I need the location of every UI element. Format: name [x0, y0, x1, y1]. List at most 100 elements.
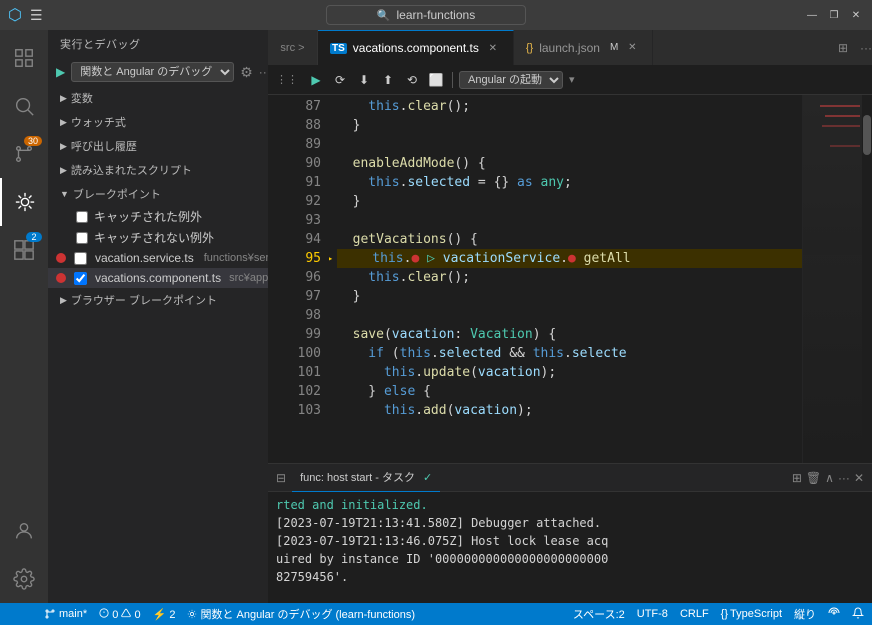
run-debug-button[interactable]: ▶	[56, 65, 65, 79]
language-label[interactable]: {} TypeScript	[721, 608, 782, 620]
activity-account[interactable]	[0, 507, 48, 555]
encoding-label[interactable]: UTF-8	[637, 608, 668, 620]
restore-button[interactable]: ❐	[826, 7, 842, 23]
remote-icon[interactable]	[8, 603, 32, 625]
activity-extensions[interactable]: 2	[0, 226, 48, 274]
scripts-arrow-icon: ▶	[60, 165, 67, 176]
hamburger-icon[interactable]: ☰	[30, 7, 43, 24]
close-button[interactable]: ✕	[848, 7, 864, 23]
activity-settings[interactable]	[0, 555, 48, 603]
spaces-label[interactable]: スペース:2	[573, 606, 625, 622]
notifications-icon[interactable]	[852, 607, 864, 622]
warning-icon	[121, 608, 131, 618]
ts-icon: TS	[330, 43, 347, 54]
terminal-more-icon[interactable]: ···	[838, 471, 850, 485]
vscode-logo-icon: ⬡	[8, 5, 22, 25]
breakpoints-section[interactable]: ▼ ブレークポイント	[48, 182, 268, 206]
step-over-button[interactable]: ⬇	[354, 70, 374, 90]
watch-arrow-icon: ▶	[60, 117, 67, 128]
term-line-2: [2023-07-19T21:13:41.580Z] Debugger atta…	[276, 514, 864, 532]
more-options-icon[interactable]: ···	[259, 65, 268, 79]
bp-path-1: functions¥services	[204, 252, 268, 264]
tab-close-2[interactable]: ✕	[624, 40, 640, 56]
uncaught-exceptions-checkbox[interactable]	[76, 232, 88, 244]
split-terminal-icon[interactable]: ⊞	[792, 471, 802, 485]
breakpoints-label: ブレークポイント	[73, 186, 161, 202]
minimize-button[interactable]: —	[804, 7, 820, 23]
warnings-badge[interactable]: ⚡ 2	[153, 608, 176, 621]
activity-scm[interactable]: 30	[0, 130, 48, 178]
terminal-close-icon[interactable]: ✕	[854, 471, 864, 485]
ln-95: 95	[284, 249, 321, 268]
breakpoint-file-2[interactable]: vacations.component.ts src¥app¥vacations…	[48, 268, 268, 288]
line-ending-label[interactable]: CRLF	[680, 608, 709, 620]
branch-label[interactable]: main*	[44, 608, 87, 620]
status-bar: main* 0 0 ⚡ 2 関数と Angular のデバッグ (learn-f…	[0, 603, 872, 625]
caught-exceptions-item[interactable]: キャッチされた例外	[48, 206, 268, 227]
terminal-icon: ⊟	[276, 471, 286, 485]
watch-section[interactable]: ▶ ウォッチ式	[48, 110, 268, 134]
variables-label: 変数	[71, 90, 93, 106]
bp-file-2-checkbox[interactable]	[74, 272, 87, 285]
breakpoint-file-1[interactable]: vacation.service.ts functions¥services 6…	[48, 248, 268, 268]
tab-vacations-component[interactable]: TS vacations.component.ts ✕	[318, 30, 514, 65]
terminal-trash-icon[interactable]: 🗑	[806, 471, 821, 485]
terminal-expand-icon[interactable]: ∧	[825, 471, 834, 485]
caught-exceptions-label: キャッチされた例外	[94, 208, 202, 225]
step-into-button[interactable]: ⬆	[378, 70, 398, 90]
activity-search[interactable]	[0, 82, 48, 130]
vertical-scrollbar[interactable]	[862, 95, 872, 463]
minimap-content	[803, 95, 862, 463]
tab-close-1[interactable]: ✕	[485, 40, 501, 56]
ln-98: 98	[284, 306, 321, 325]
variables-section[interactable]: ▶ 変数	[48, 86, 268, 110]
code-line-98	[337, 306, 802, 325]
minimap-line-red-4	[830, 145, 860, 147]
search-box[interactable]: 🔍 learn-functions	[326, 5, 526, 25]
ln-90: 90	[284, 154, 321, 173]
breakpoints-arrow-icon: ▼	[60, 189, 69, 199]
activity-explorer[interactable]	[0, 34, 48, 82]
more-tabs-button[interactable]: ···	[860, 41, 872, 55]
restart-button[interactable]: ⟳	[330, 70, 350, 90]
code-line-94: getVacations() {	[337, 230, 802, 249]
debug-config-select[interactable]: 関数と Angular のデバッグ	[71, 62, 234, 82]
callstack-section[interactable]: ▶ 呼び出し履歴	[48, 134, 268, 158]
breadcrumb-src: src >	[268, 30, 318, 65]
bp-file-1-checkbox[interactable]	[74, 252, 87, 265]
activity-debug[interactable]	[0, 178, 48, 226]
code-line-95: this.● ▷ vacationService.● getAll	[337, 249, 802, 268]
code-line-99: save(vacation: Vacation) {	[337, 325, 802, 344]
terminal-content: rted and initialized. [2023-07-19T21:13:…	[268, 492, 872, 603]
code-line-102: } else {	[337, 382, 802, 401]
tab-launch-json[interactable]: {} launch.json M ✕	[514, 30, 653, 65]
dropdown-arrow-icon: ▾	[569, 73, 575, 86]
editor-left: 87 88 89 90 91 92 93 94 95 96 97 98	[268, 95, 802, 463]
code-editor-inner: 87 88 89 90 91 92 93 94 95 96 97 98	[268, 95, 802, 463]
code-line-103: this.add(vacation);	[337, 401, 802, 420]
continue-button[interactable]: ▶	[306, 70, 326, 90]
tab-modified-2: M	[610, 42, 618, 53]
remote-status-icon[interactable]	[828, 607, 840, 622]
ln-103: 103	[284, 401, 321, 420]
stop-button[interactable]: ⬜	[426, 70, 446, 90]
terminal-tab-func[interactable]: func: host start - タスク ✓	[292, 464, 440, 492]
line-numbers: 87 88 89 90 91 92 93 94 95 96 97 98	[284, 95, 329, 463]
remote-connect-icon	[14, 608, 26, 620]
caught-exceptions-checkbox[interactable]	[76, 211, 88, 223]
step-out-button[interactable]: ⟲	[402, 70, 422, 90]
minimap-line-red-2	[825, 115, 860, 117]
debug-config-toolbar-select[interactable]: Angular の起動	[459, 71, 563, 89]
errors-label[interactable]: 0 0	[99, 608, 140, 621]
debug-status-label[interactable]: 関数と Angular のデバッグ (learn-functions)	[187, 606, 415, 622]
browser-bp-section[interactable]: ▶ ブラウザー ブレークポイント	[48, 288, 268, 312]
uncaught-exceptions-item[interactable]: キャッチされない例外	[48, 227, 268, 248]
scrollbar-thumb[interactable]	[863, 115, 871, 155]
bp-filename-2: vacations.component.ts	[95, 271, 221, 285]
debug-arrow-icon: ▶	[329, 249, 332, 268]
feedback-label[interactable]: 縦り	[794, 606, 816, 622]
uncaught-exceptions-label: キャッチされない例外	[94, 229, 214, 246]
editor-layout-button[interactable]: ⊞	[830, 41, 856, 55]
scripts-section[interactable]: ▶ 読み込まれたスクリプト	[48, 158, 268, 182]
gear-icon[interactable]: ⚙	[240, 64, 253, 81]
